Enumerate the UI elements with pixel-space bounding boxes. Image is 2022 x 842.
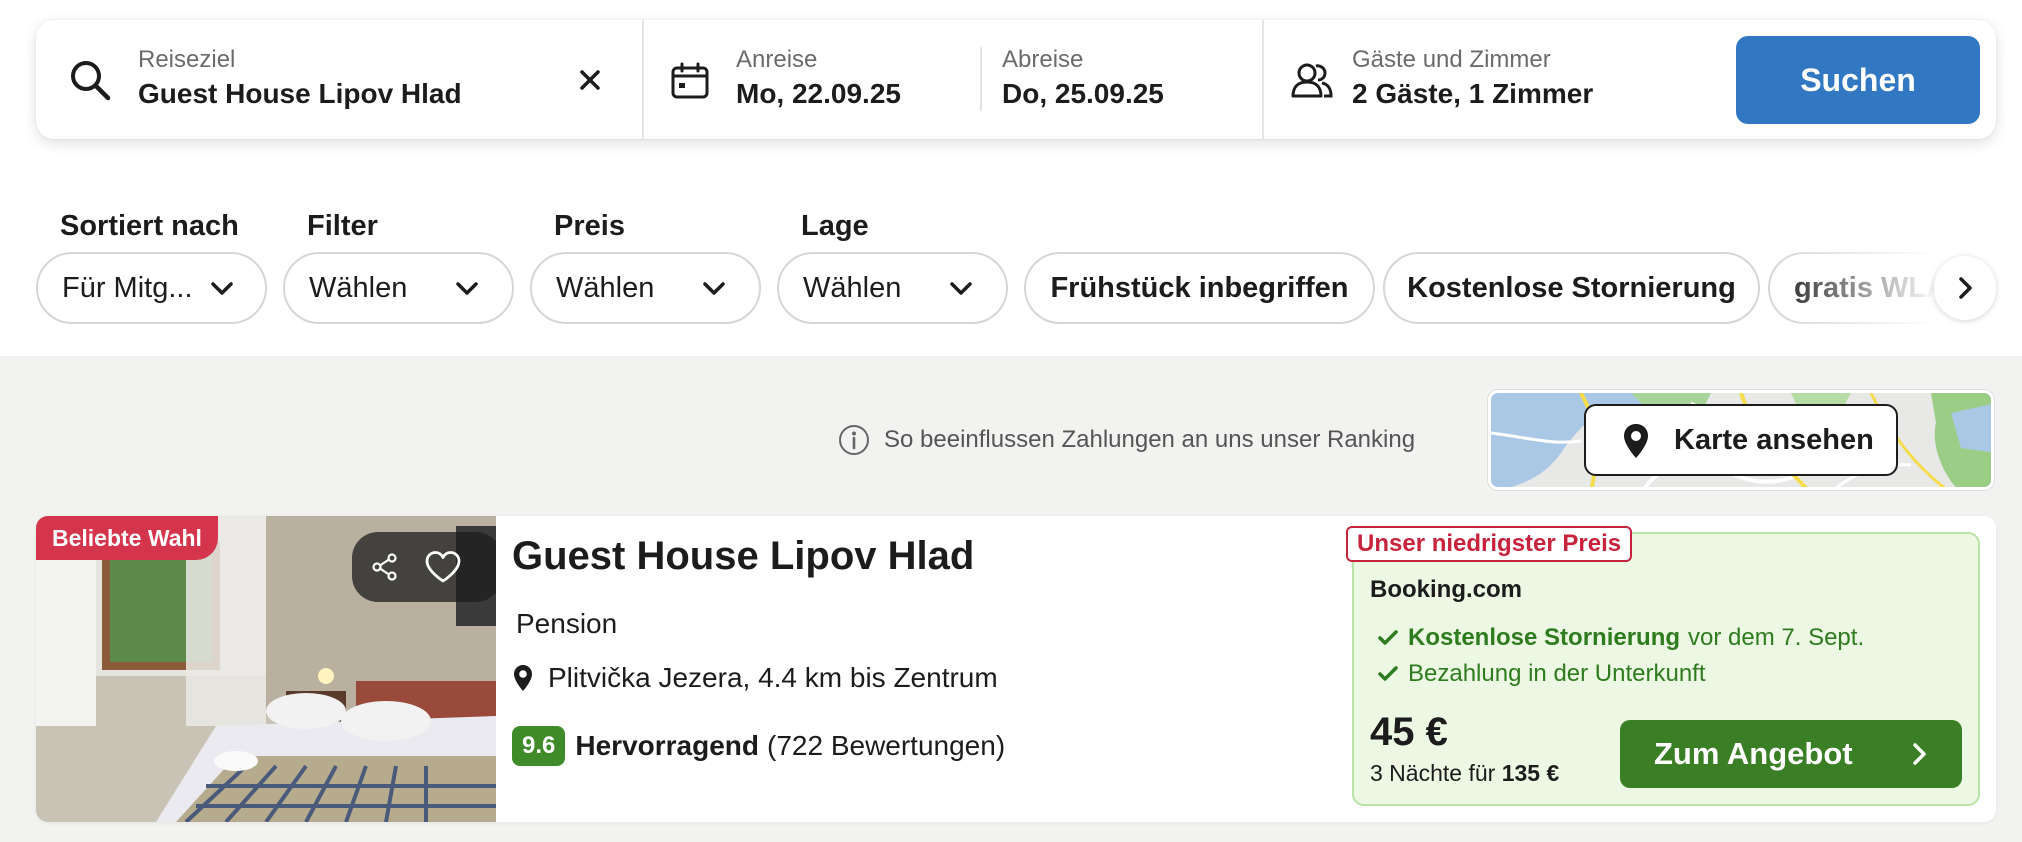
destination-field[interactable]: Reiseziel Guest House Lipov Hlad bbox=[36, 20, 644, 139]
rating-score: 9.6 bbox=[512, 726, 566, 766]
sort-dropdown[interactable]: Für Mitg... bbox=[36, 252, 267, 324]
listing-location: Plitvička Jezera, 4.4 km bis Zentrum bbox=[512, 662, 998, 694]
total-value: 135 € bbox=[1501, 760, 1560, 786]
clear-icon[interactable] bbox=[578, 68, 602, 92]
chip-breakfast[interactable]: Frühstück inbegriffen bbox=[1024, 252, 1375, 324]
feature-cancellation-rest: vor dem 7. Sept. bbox=[1688, 624, 1865, 651]
search-button[interactable]: Suchen bbox=[1736, 36, 1980, 124]
ranking-info-text: So beeinflussen Zahlungen an uns unser R… bbox=[884, 426, 1416, 453]
checkin-value[interactable]: Mo, 22.09.25 bbox=[736, 78, 901, 110]
scroll-right-button[interactable] bbox=[1934, 256, 1996, 320]
popular-badge: Beliebte Wahl bbox=[36, 516, 218, 560]
location-text: Plitvička Jezera, 4.4 km bis Zentrum bbox=[548, 662, 998, 693]
filter-label: Filter bbox=[307, 210, 378, 242]
map-button[interactable]: Karte ansehen bbox=[1584, 404, 1898, 476]
guests-label: Gäste und Zimmer bbox=[1352, 46, 1551, 73]
offer-provider: Booking.com bbox=[1370, 576, 1523, 603]
location-label: Lage bbox=[801, 210, 869, 242]
chip-free-cancellation[interactable]: Kostenlose Stornierung bbox=[1383, 252, 1760, 324]
filter-dropdown[interactable]: Wählen bbox=[283, 252, 514, 324]
photo-actions bbox=[352, 532, 496, 602]
guests-value[interactable]: 2 Gäste, 1 Zimmer bbox=[1352, 78, 1593, 110]
location-pin-icon bbox=[514, 665, 532, 691]
destination-label: Reiseziel bbox=[138, 46, 236, 73]
map-pin-icon bbox=[1624, 424, 1648, 458]
view-offer-button[interactable]: Zum Angebot bbox=[1620, 720, 1962, 788]
location-dropdown[interactable]: Wählen bbox=[777, 252, 1008, 324]
check-icon bbox=[1378, 630, 1398, 645]
location-value: Wählen bbox=[803, 271, 902, 304]
info-icon bbox=[839, 425, 869, 455]
review-count: (722 Bewertungen) bbox=[767, 730, 1006, 761]
destination-value[interactable]: Guest House Lipov Hlad bbox=[138, 78, 462, 110]
view-offer-label: Zum Angebot bbox=[1654, 736, 1853, 771]
guests-icon bbox=[1291, 63, 1333, 98]
listing-photo[interactable]: Beliebte Wahl bbox=[36, 516, 496, 822]
map-button-label: Karte ansehen bbox=[1674, 423, 1874, 456]
chevron-down-icon bbox=[211, 282, 233, 295]
sort-value: Für Mitg... bbox=[62, 271, 193, 304]
check-icon bbox=[1378, 666, 1398, 681]
chevron-down-icon bbox=[950, 282, 972, 295]
checkout-field[interactable]: Abreise Do, 25.09.25 bbox=[982, 20, 1262, 139]
offer-feature-payment: Bezahlung in der Unterkunft bbox=[1378, 660, 1706, 688]
property-type: Pension bbox=[516, 608, 618, 639]
offer-total: 3 Nächte für 135 € bbox=[1370, 760, 1559, 787]
rating-label: Hervorragend bbox=[575, 730, 759, 761]
heart-icon[interactable] bbox=[424, 550, 462, 584]
feature-cancellation-bold: Kostenlose Stornierung bbox=[1408, 624, 1681, 651]
price-dropdown[interactable]: Wählen bbox=[530, 252, 761, 324]
chevron-right-icon bbox=[1959, 277, 1972, 299]
share-icon[interactable] bbox=[370, 552, 400, 582]
rating: 9.6 Hervorragend (722 Bewertungen) bbox=[512, 726, 1005, 766]
chevron-down-icon bbox=[703, 282, 725, 295]
checkin-field[interactable]: Anreise Mo, 22.09.25 bbox=[644, 20, 982, 139]
offer-feature-cancellation: Kostenlose Stornierung vor dem 7. Sept. bbox=[1378, 624, 1864, 652]
ranking-info[interactable]: So beeinflussen Zahlungen an uns unser R… bbox=[838, 424, 1415, 456]
search-icon bbox=[71, 61, 111, 101]
checkout-value[interactable]: Do, 25.09.25 bbox=[1002, 78, 1164, 110]
listing-title[interactable]: Guest House Lipov Hlad bbox=[512, 534, 974, 579]
chevron-right-icon bbox=[1913, 743, 1926, 765]
total-prefix: 3 Nächte für bbox=[1370, 760, 1496, 786]
lowest-price-tag: Unser niedrigster Preis bbox=[1346, 526, 1633, 562]
guests-field[interactable]: Gäste und Zimmer 2 Gäste, 1 Zimmer bbox=[1264, 20, 1714, 139]
price-label: Preis bbox=[554, 210, 625, 242]
offer-price: 45 € bbox=[1370, 710, 1448, 754]
checkout-label: Abreise bbox=[1002, 46, 1084, 73]
feature-payment-text: Bezahlung in der Unterkunft bbox=[1408, 660, 1706, 687]
checkin-label: Anreise bbox=[736, 46, 818, 73]
chevron-down-icon bbox=[456, 282, 478, 295]
calendar-icon bbox=[671, 62, 709, 99]
sort-label: Sortiert nach bbox=[60, 210, 239, 242]
search-bar: Reiseziel Guest House Lipov Hlad Anreise… bbox=[36, 20, 1996, 139]
price-value: Wählen bbox=[556, 271, 655, 304]
filter-value: Wählen bbox=[309, 271, 408, 304]
